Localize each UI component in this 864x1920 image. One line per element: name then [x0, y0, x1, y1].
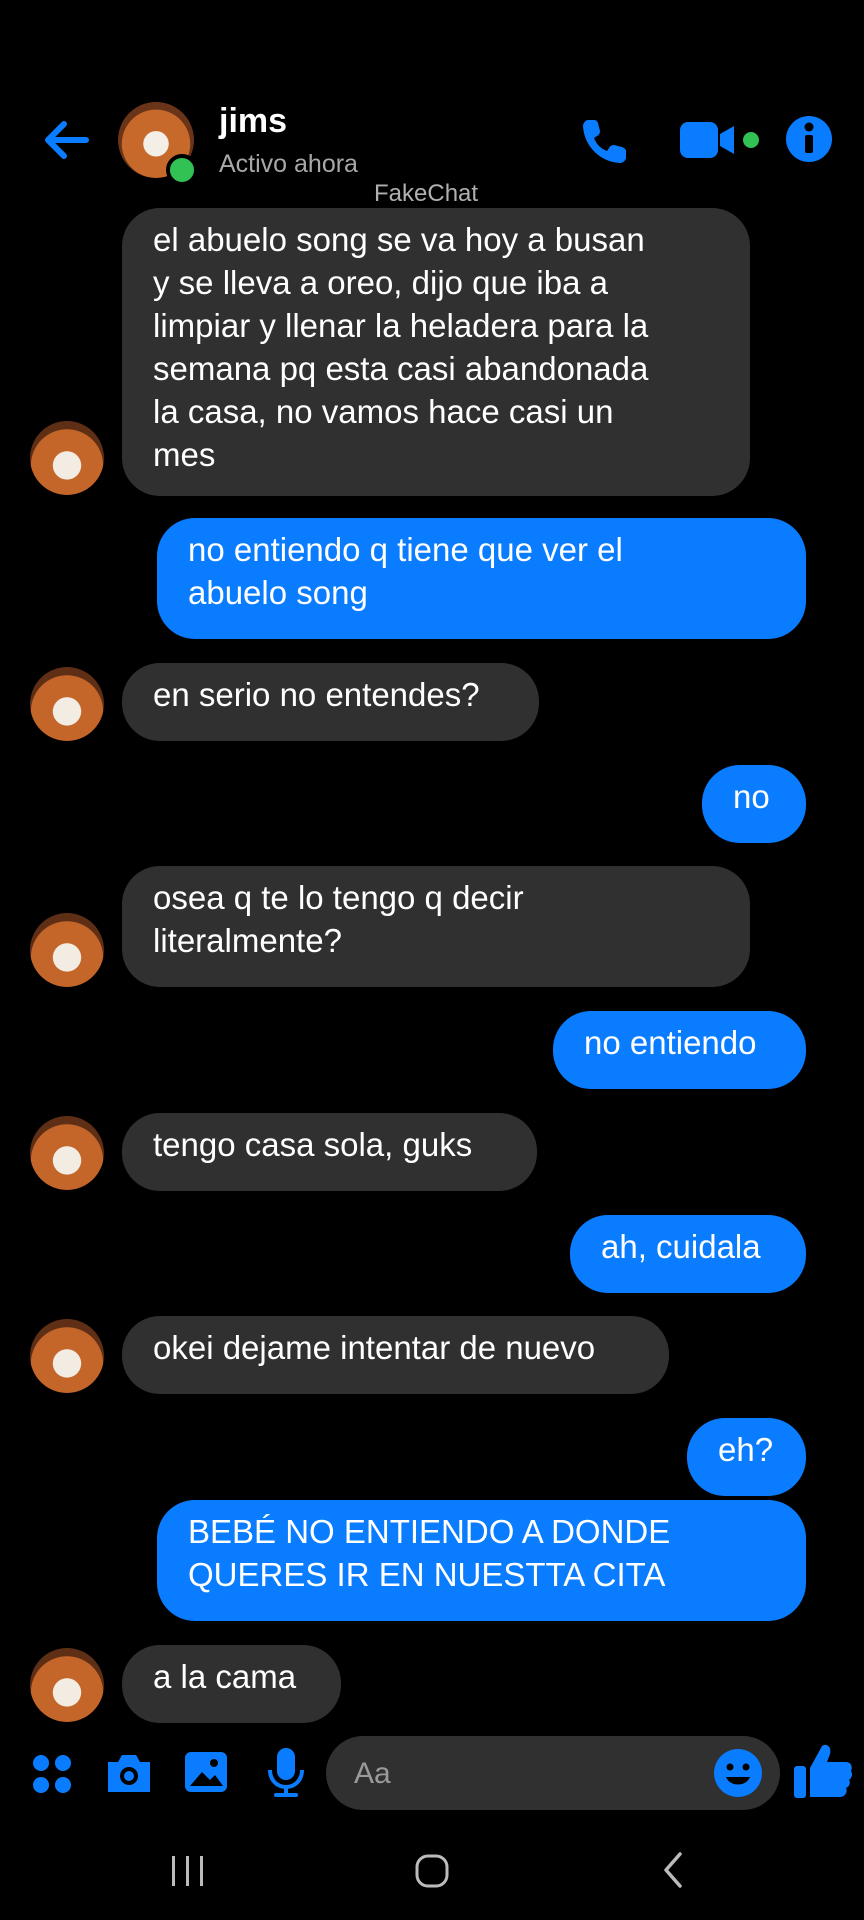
message-bubble-incoming[interactable]: osea q te lo tengo q decir literalmente? — [122, 866, 750, 987]
message-bubble-incoming[interactable]: okei dejame intentar de nuevo — [122, 1316, 669, 1394]
online-status-dot — [166, 154, 198, 186]
message-bubble-incoming[interactable]: en serio no entendes? — [122, 663, 539, 741]
nav-recents-icon — [172, 1856, 203, 1886]
gallery-button[interactable] — [182, 1748, 230, 1796]
apps-grid-icon — [33, 1755, 71, 1793]
emoji-icon — [714, 1749, 762, 1797]
nav-recents-button[interactable] — [166, 1840, 210, 1900]
chat-header: jims Activo ahora FakeChat — [0, 0, 864, 207]
sender-avatar — [30, 1648, 104, 1722]
voice-message-button[interactable] — [262, 1746, 310, 1798]
message-bubble-outgoing[interactable]: no entiendo — [553, 1011, 806, 1089]
nav-home-button[interactable] — [410, 1840, 454, 1900]
message-input-container[interactable] — [326, 1736, 780, 1812]
message-bubble-outgoing[interactable]: eh? — [687, 1418, 806, 1496]
phone-icon — [583, 120, 626, 163]
thumbs-up-icon — [794, 1744, 853, 1798]
sender-avatar — [30, 421, 104, 495]
message-bubble-incoming[interactable]: el abuelo song se va hoy a busan y se ll… — [122, 208, 750, 496]
like-button[interactable] — [792, 1740, 854, 1802]
video-call-button[interactable] — [678, 116, 764, 164]
info-button[interactable] — [784, 114, 834, 164]
message-bubble-outgoing[interactable]: no — [702, 765, 806, 843]
sender-avatar — [30, 1319, 104, 1393]
message-bubble-outgoing[interactable]: BEBÉ NO ENTIENDO A DONDE QUERES IR EN NU… — [157, 1500, 806, 1621]
nav-home-icon — [415, 1854, 449, 1888]
apps-button[interactable] — [30, 1752, 74, 1796]
gallery-icon — [185, 1752, 227, 1792]
camera-button[interactable] — [104, 1748, 154, 1798]
sender-avatar — [30, 913, 104, 987]
message-bubble-outgoing[interactable]: ah, cuidala — [570, 1215, 806, 1293]
message-bubble-outgoing[interactable]: no entiendo q tiene que ver el abuelo so… — [157, 518, 806, 639]
nav-back-button[interactable] — [652, 1840, 696, 1900]
back-arrow-icon — [45, 121, 89, 159]
info-icon — [786, 116, 832, 162]
message-input[interactable] — [352, 1736, 716, 1812]
contact-name[interactable]: jims — [219, 102, 287, 141]
back-button[interactable] — [38, 112, 94, 168]
emoji-button[interactable] — [712, 1747, 764, 1799]
nav-back-icon — [664, 1852, 682, 1888]
sender-avatar — [30, 1116, 104, 1190]
camera-icon — [108, 1755, 150, 1792]
call-button[interactable] — [578, 112, 634, 168]
contact-status: Activo ahora — [219, 150, 358, 178]
message-bubble-incoming[interactable]: a la cama — [122, 1645, 341, 1723]
watermark-text: FakeChat — [374, 180, 479, 207]
sender-avatar — [30, 667, 104, 741]
video-camera-icon — [680, 122, 759, 158]
microphone-icon — [268, 1748, 304, 1797]
message-bubble-incoming[interactable]: tengo casa sola, guks — [122, 1113, 537, 1191]
